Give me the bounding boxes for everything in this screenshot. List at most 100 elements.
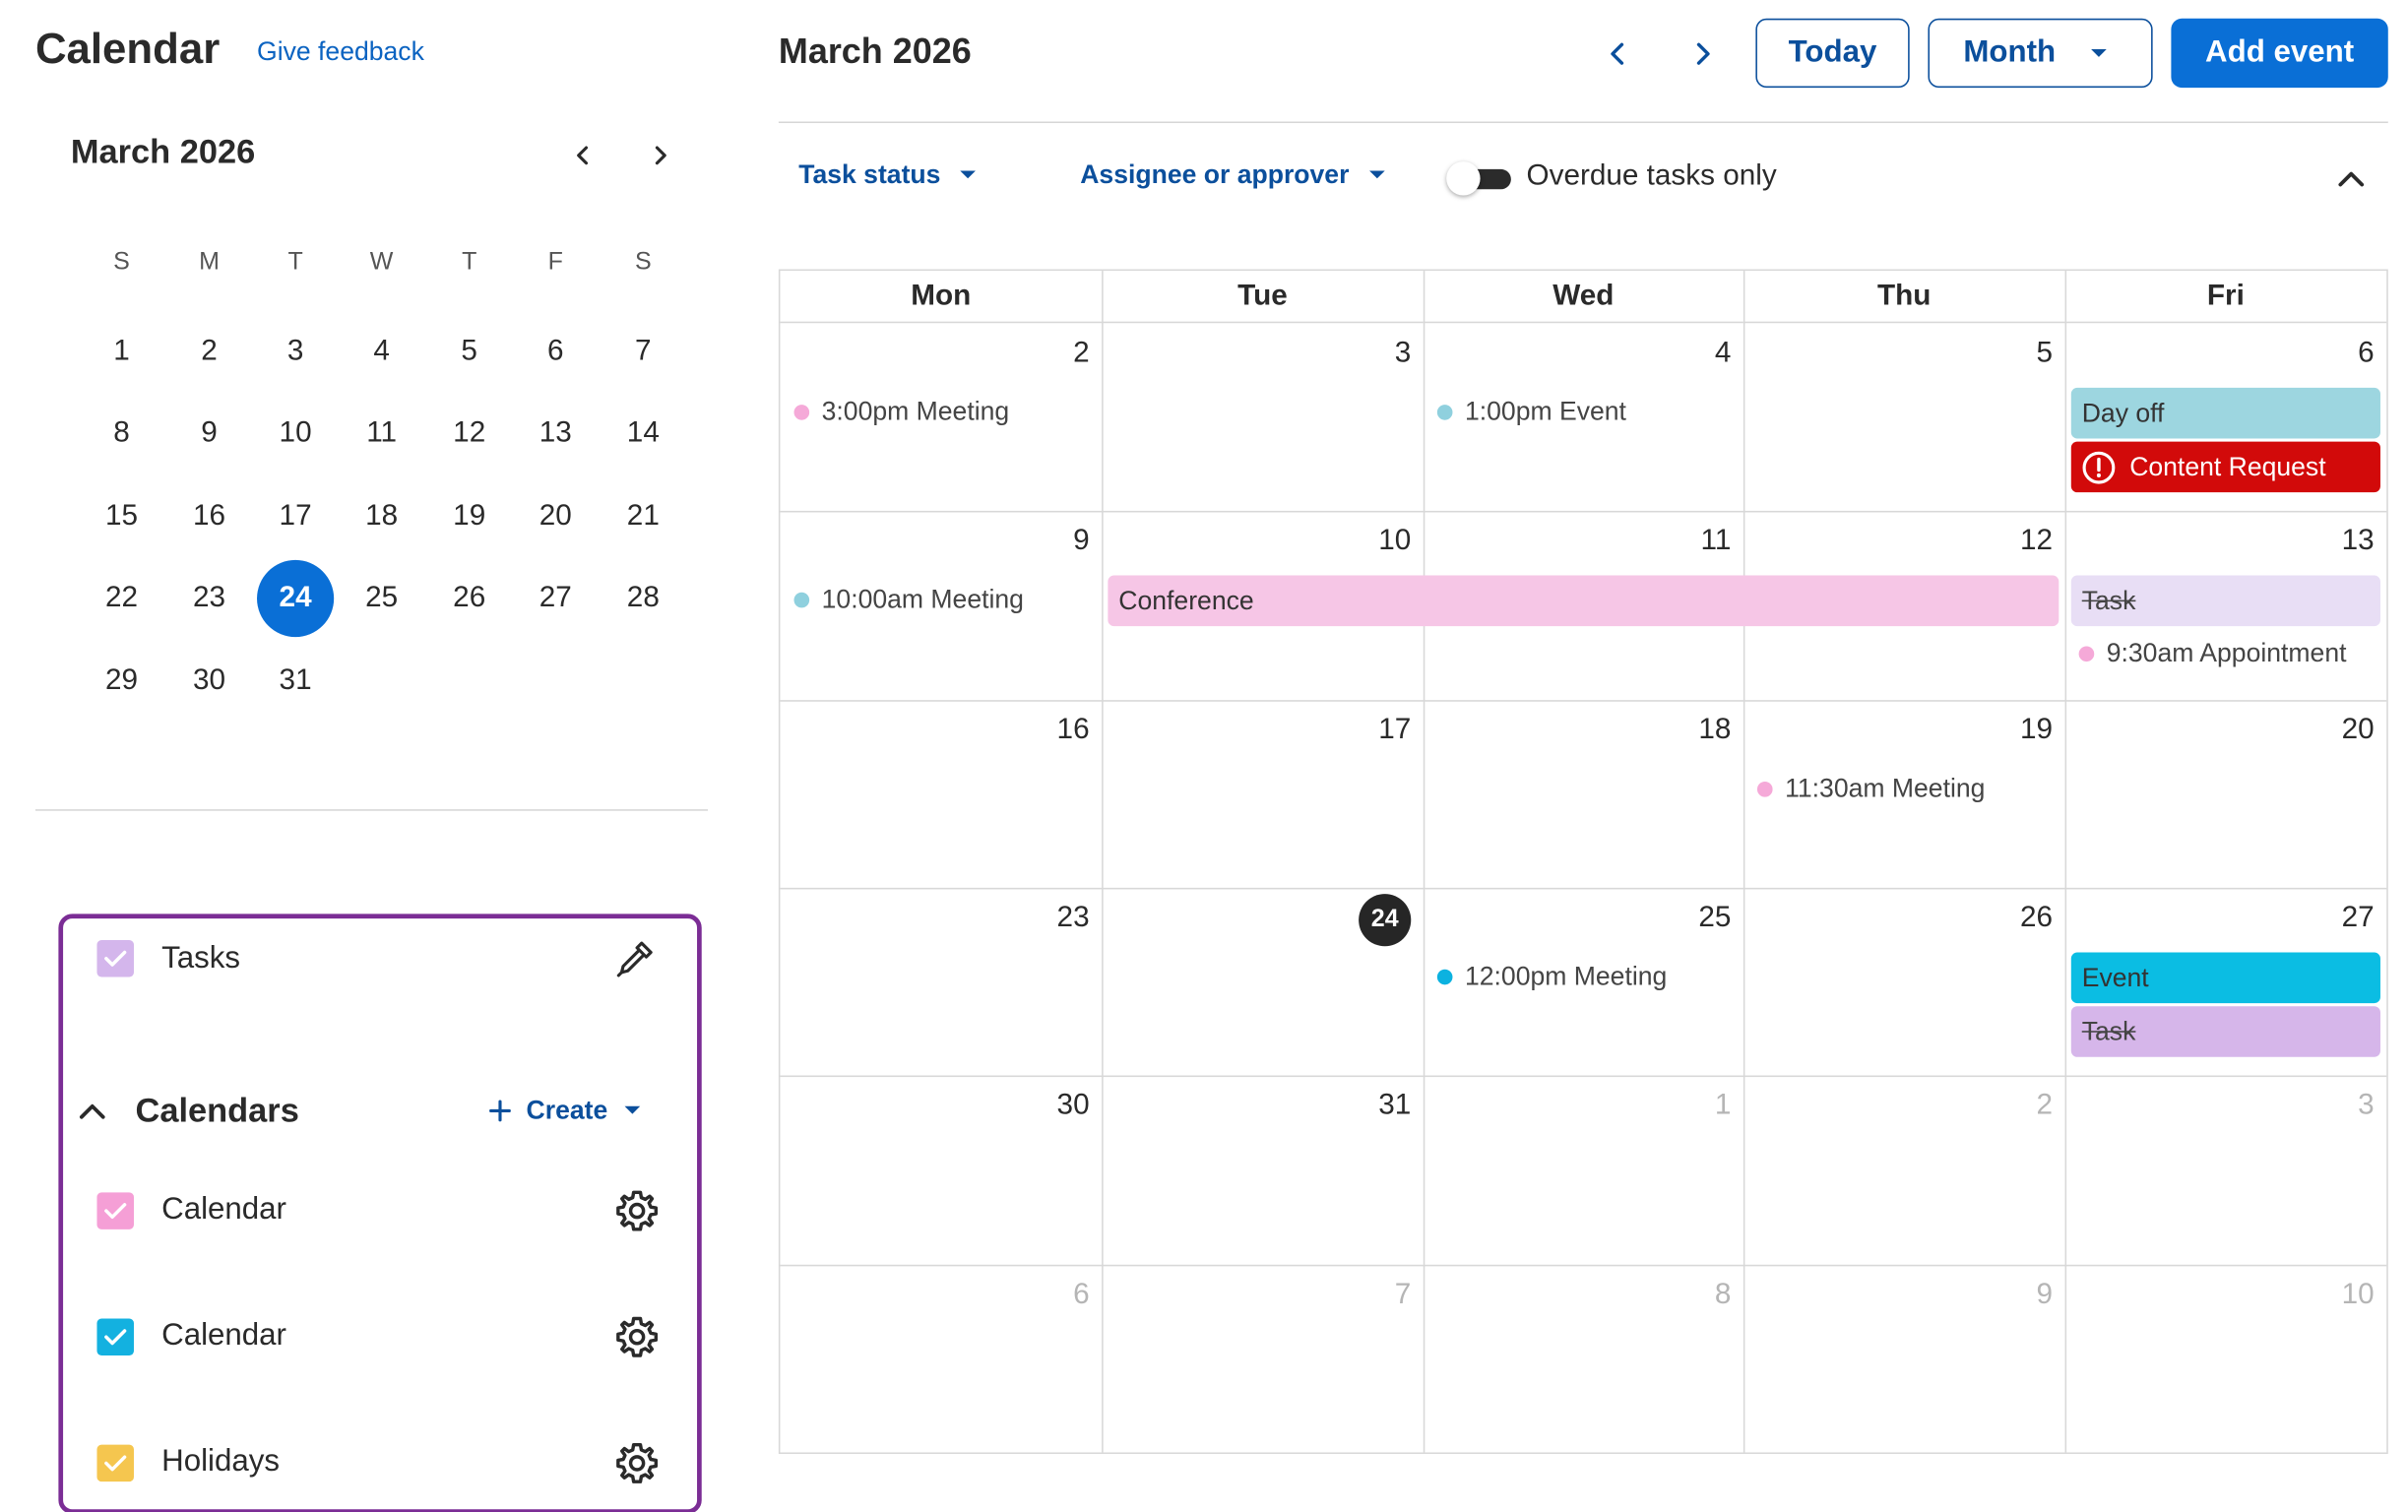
weekday-header: M (199, 249, 220, 276)
mini-day[interactable]: 28 (604, 560, 681, 637)
event-color-dot (1436, 405, 1453, 420)
event-label: 1:00pm Event (1464, 397, 1626, 426)
calendar-settings-button[interactable] (612, 1438, 662, 1487)
calendar-checkbox[interactable] (96, 1192, 134, 1229)
mini-day[interactable]: 1 (83, 314, 159, 391)
day-number: 2 (1073, 337, 1090, 370)
calendar-checkbox[interactable] (96, 1318, 134, 1356)
mini-day[interactable]: 4 (344, 314, 420, 391)
mini-day[interactable]: 27 (517, 560, 594, 637)
event-item[interactable]: 11:30am Meeting (1756, 774, 1985, 804)
chevron-left-icon (1611, 42, 1624, 65)
event-label: Task (2081, 1016, 2136, 1046)
mini-day[interactable]: 21 (604, 478, 681, 555)
event-color-dot (793, 405, 810, 420)
tasks-checkbox[interactable] (96, 939, 134, 977)
mini-day[interactable]: 25 (344, 560, 420, 637)
mini-day[interactable]: 31 (257, 643, 334, 720)
day-number: 13 (2341, 524, 2375, 557)
day-number: 12 (2019, 524, 2054, 557)
event-item[interactable]: 9:30am Appointment (2078, 639, 2347, 669)
calendar-settings-button[interactable] (612, 1312, 662, 1361)
mini-day[interactable]: 17 (257, 478, 334, 555)
mini-day[interactable]: 8 (83, 396, 159, 472)
mini-day[interactable]: 26 (431, 560, 508, 637)
mini-day[interactable]: 30 (170, 643, 247, 720)
event-item[interactable]: 10:00am Meeting (793, 585, 1024, 615)
check-icon (104, 1455, 127, 1472)
mini-day[interactable]: 18 (344, 478, 420, 555)
event-item[interactable]: 3:00pm Meeting (793, 397, 1010, 427)
prev-month-button[interactable] (1594, 31, 1640, 77)
view-select-label: Month (1963, 34, 2057, 70)
event-item[interactable]: 1:00pm Event (1436, 397, 1626, 427)
weekday-header: S (113, 249, 130, 276)
mini-day[interactable]: 7 (604, 314, 681, 391)
calendar-label: Holidays (161, 1444, 281, 1480)
day-number: 9 (2036, 1278, 2054, 1311)
event-bar[interactable]: Event (2070, 952, 2380, 1004)
completed-task-event[interactable]: Task (2070, 1006, 2380, 1057)
event-bar[interactable]: Day off (2070, 387, 2380, 439)
mini-day[interactable]: 10 (257, 396, 334, 472)
mini-day-today[interactable]: 24 (257, 559, 335, 638)
mini-day[interactable]: 19 (431, 478, 508, 555)
mini-day[interactable]: 13 (517, 396, 594, 472)
mini-day[interactable]: 5 (431, 314, 508, 391)
mini-day[interactable]: 9 (170, 396, 247, 472)
mini-day[interactable]: 14 (604, 396, 681, 472)
task-status-filter[interactable]: Task status (798, 160, 978, 191)
day-number: 3 (2358, 1089, 2375, 1122)
overdue-toggle[interactable] (1446, 161, 1514, 196)
view-select-button[interactable]: Month (1928, 18, 2153, 89)
collapse-calendars-button[interactable] (68, 1086, 117, 1135)
next-month-button[interactable] (1680, 31, 1727, 77)
mini-day[interactable]: 3 (257, 314, 334, 391)
add-event-button[interactable]: Add event (2171, 18, 2388, 89)
give-feedback-link[interactable]: Give feedback (257, 37, 424, 68)
mini-day[interactable]: 11 (344, 396, 420, 472)
mini-day[interactable]: 16 (170, 478, 247, 555)
mini-calendar-title: March 2026 (70, 132, 256, 171)
calendar-settings-button[interactable] (612, 1186, 662, 1235)
caret-down-icon (624, 1105, 641, 1114)
event-bar[interactable]: Conference (1108, 575, 2059, 627)
event-item[interactable]: 12:00pm Meeting (1436, 962, 1667, 992)
day-number: 6 (2358, 337, 2375, 370)
caret-down-icon (960, 170, 977, 179)
day-number: 31 (1378, 1089, 1412, 1122)
app-title: Calendar (34, 25, 221, 73)
mini-day[interactable]: 29 (83, 643, 159, 720)
mini-day[interactable]: 15 (83, 478, 159, 555)
day-number: 7 (1394, 1278, 1412, 1311)
event-label: 3:00pm Meeting (821, 397, 1010, 426)
day-number: 26 (2019, 901, 2054, 934)
day-number: 4 (1714, 337, 1732, 370)
mini-day[interactable]: 12 (431, 396, 508, 472)
mini-day[interactable]: 20 (517, 478, 594, 555)
calendar-checkbox[interactable] (96, 1444, 134, 1482)
day-number: 11 (1700, 524, 1732, 557)
mini-day[interactable]: 2 (170, 314, 247, 391)
calendars-heading: Calendars (135, 1091, 299, 1130)
overdue-toggle-label: Overdue tasks only (1526, 159, 1777, 193)
mini-prev-button[interactable] (563, 136, 603, 176)
edit-tasks-button[interactable] (611, 934, 661, 983)
day-number: 18 (1698, 714, 1732, 747)
mini-day[interactable]: 6 (517, 314, 594, 391)
gear-icon (616, 1442, 659, 1483)
mini-day[interactable]: 23 (170, 560, 247, 637)
create-calendar-button[interactable]: Create (489, 1096, 642, 1126)
today-button[interactable]: Today (1755, 18, 1910, 89)
day-number: 10 (1378, 524, 1412, 557)
mini-day[interactable]: 22 (83, 560, 159, 637)
assignee-filter[interactable]: Assignee or approver (1080, 160, 1386, 191)
content-request-event[interactable]: Content Request (2070, 441, 2380, 493)
completed-task-event[interactable]: Task (2070, 575, 2380, 627)
collapse-filters-button[interactable] (2328, 160, 2375, 198)
chevron-up-icon (2338, 171, 2365, 187)
day-number: 23 (1056, 901, 1090, 934)
assignee-label: Assignee or approver (1080, 159, 1350, 190)
column-header: Thu (1743, 271, 2065, 324)
mini-next-button[interactable] (640, 136, 680, 176)
